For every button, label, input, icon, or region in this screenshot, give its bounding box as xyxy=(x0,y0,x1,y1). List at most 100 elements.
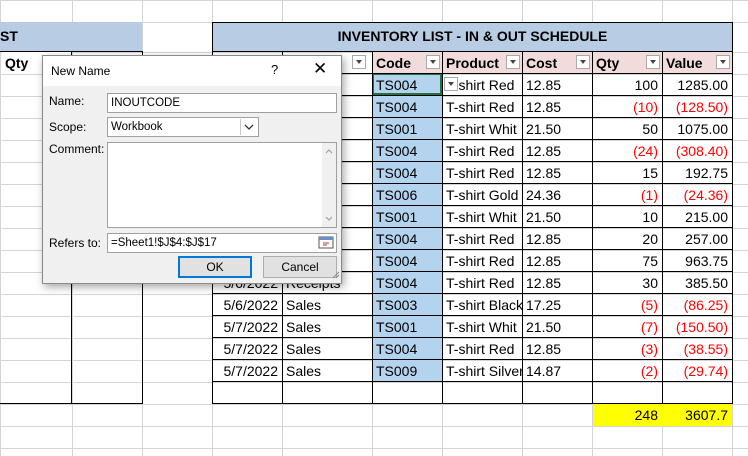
product-cell[interactable]: T-shirt Red xyxy=(443,228,522,250)
comment-scrollbar[interactable] xyxy=(322,143,336,227)
product-cell[interactable]: T-shirt Whit xyxy=(443,118,522,140)
date-cell[interactable]: 5/7/2022 xyxy=(213,338,282,360)
product-cell[interactable]: T-shirt Silver xyxy=(443,360,522,382)
value-cell[interactable]: (150.50) xyxy=(663,316,732,338)
product-cell[interactable]: T-shirt Red xyxy=(443,250,522,272)
type-cell[interactable]: Sales xyxy=(283,294,372,316)
product-cell[interactable]: T-shirt Red xyxy=(443,162,522,184)
cost-cell[interactable]: 12.85 xyxy=(523,140,592,162)
cost-cell[interactable]: 21.50 xyxy=(523,118,592,140)
type-cell[interactable]: Sales xyxy=(283,316,372,338)
qty-cell[interactable]: (2) xyxy=(593,360,662,382)
qty-cell[interactable]: (10) xyxy=(593,96,662,118)
comment-textarea[interactable] xyxy=(107,142,337,228)
value-cell[interactable]: 1285.00 xyxy=(663,74,732,96)
resize-grip-icon[interactable] xyxy=(330,268,340,282)
dropdown-arrow-icon[interactable] xyxy=(646,55,660,69)
dropdown-arrow-icon[interactable] xyxy=(716,55,730,69)
qty-cell[interactable]: 50 xyxy=(593,118,662,140)
code-cell[interactable]: TS009 xyxy=(373,360,442,382)
close-icon[interactable]: ✕ xyxy=(313,59,327,79)
active-cell-border xyxy=(372,73,442,95)
code-cell[interactable]: TS001 xyxy=(373,118,442,140)
code-cell[interactable]: TS004 xyxy=(373,272,442,294)
cost-cell[interactable]: 12.85 xyxy=(523,96,592,118)
code-cell[interactable]: TS004 xyxy=(373,228,442,250)
product-cell[interactable]: T-shirt Black xyxy=(443,294,522,316)
table-border xyxy=(662,52,663,404)
code-cell[interactable]: TS001 xyxy=(373,206,442,228)
cost-cell[interactable]: 12.85 xyxy=(523,162,592,184)
code-cell[interactable]: TS004 xyxy=(373,140,442,162)
cancel-button[interactable]: Cancel xyxy=(263,256,337,278)
product-cell[interactable]: T-shirt Red xyxy=(443,272,522,294)
product-cell[interactable]: T-shirt Whit xyxy=(443,316,522,338)
value-cell[interactable]: (38.55) xyxy=(663,338,732,360)
qty-cell[interactable]: 30 xyxy=(593,272,662,294)
date-cell[interactable]: 5/6/2022 xyxy=(213,294,282,316)
collapse-range-icon[interactable] xyxy=(318,235,334,257)
dropdown-arrow-icon[interactable] xyxy=(426,55,440,69)
code-cell[interactable]: TS004 xyxy=(373,338,442,360)
type-cell[interactable]: Sales xyxy=(283,360,372,382)
dropdown-arrow-icon[interactable] xyxy=(352,55,366,69)
help-button[interactable]: ? xyxy=(271,62,278,77)
cost-cell[interactable]: 21.50 xyxy=(523,316,592,338)
refers-to-input[interactable]: =Sheet1!$J$4:$J$17 xyxy=(107,233,337,253)
product-cell[interactable]: T-shirt Gold xyxy=(443,184,522,206)
value-cell[interactable]: 1075.00 xyxy=(663,118,732,140)
product-cell[interactable]: T-shirt Red xyxy=(443,338,522,360)
ok-button[interactable]: OK xyxy=(178,256,252,278)
code-cell[interactable]: TS001 xyxy=(373,316,442,338)
qty-cell[interactable]: (3) xyxy=(593,338,662,360)
qty-cell[interactable]: 20 xyxy=(593,228,662,250)
cost-cell[interactable]: 12.85 xyxy=(523,272,592,294)
qty-cell[interactable]: (5) xyxy=(593,294,662,316)
value-cell[interactable]: 192.75 xyxy=(663,162,732,184)
date-cell[interactable]: 5/7/2022 xyxy=(213,316,282,338)
row-border xyxy=(212,337,732,338)
value-cell[interactable]: 257.00 xyxy=(663,228,732,250)
cost-cell[interactable]: 12.85 xyxy=(523,338,592,360)
qty-cell[interactable]: (24) xyxy=(593,140,662,162)
value-cell[interactable]: (128.50) xyxy=(663,96,732,118)
product-cell[interactable]: T-shirt Whit xyxy=(443,206,522,228)
chevron-down-icon[interactable] xyxy=(240,119,257,135)
cost-cell[interactable]: 21.50 xyxy=(523,206,592,228)
scope-select[interactable]: Workbook xyxy=(107,117,259,137)
qty-cell[interactable]: 75 xyxy=(593,250,662,272)
value-cell[interactable]: 385.50 xyxy=(663,272,732,294)
code-cell[interactable]: TS004 xyxy=(373,96,442,118)
dropdown-arrow-icon[interactable] xyxy=(444,77,458,91)
value-cell[interactable]: (29.74) xyxy=(663,360,732,382)
cost-cell[interactable]: 12.85 xyxy=(523,74,592,96)
date-cell[interactable]: 5/7/2022 xyxy=(213,360,282,382)
value-cell[interactable]: (308.40) xyxy=(663,140,732,162)
qty-cell[interactable]: 10 xyxy=(593,206,662,228)
qty-cell[interactable]: 100 xyxy=(593,74,662,96)
cost-cell[interactable]: 12.85 xyxy=(523,228,592,250)
code-cell[interactable]: TS004 xyxy=(373,162,442,184)
cost-cell[interactable]: 14.87 xyxy=(523,360,592,382)
value-cell[interactable]: 215.00 xyxy=(663,206,732,228)
name-input[interactable]: INOUTCODE xyxy=(107,93,337,113)
cost-cell[interactable]: 17.25 xyxy=(523,294,592,316)
dropdown-arrow-icon[interactable] xyxy=(506,55,520,69)
qty-cell[interactable]: 15 xyxy=(593,162,662,184)
code-cell[interactable]: TS003 xyxy=(373,294,442,316)
table-border xyxy=(592,52,593,404)
product-cell[interactable]: T-shirt Red xyxy=(443,96,522,118)
value-cell[interactable]: (86.25) xyxy=(663,294,732,316)
value-cell[interactable]: (24.36) xyxy=(663,184,732,206)
cost-cell[interactable]: 24.36 xyxy=(523,184,592,206)
code-cell[interactable]: TS004 xyxy=(373,250,442,272)
dropdown-arrow-icon[interactable] xyxy=(576,55,590,69)
type-cell[interactable]: Sales xyxy=(283,338,372,360)
code-cell[interactable]: TS006 xyxy=(373,184,442,206)
qty-cell[interactable]: (7) xyxy=(593,316,662,338)
product-cell[interactable]: T-shirt Red xyxy=(443,140,522,162)
dialog-title-bar[interactable]: New Name ? ✕ xyxy=(43,56,341,86)
cost-cell[interactable]: 12.85 xyxy=(523,250,592,272)
qty-cell[interactable]: (1) xyxy=(593,184,662,206)
value-cell[interactable]: 963.75 xyxy=(663,250,732,272)
